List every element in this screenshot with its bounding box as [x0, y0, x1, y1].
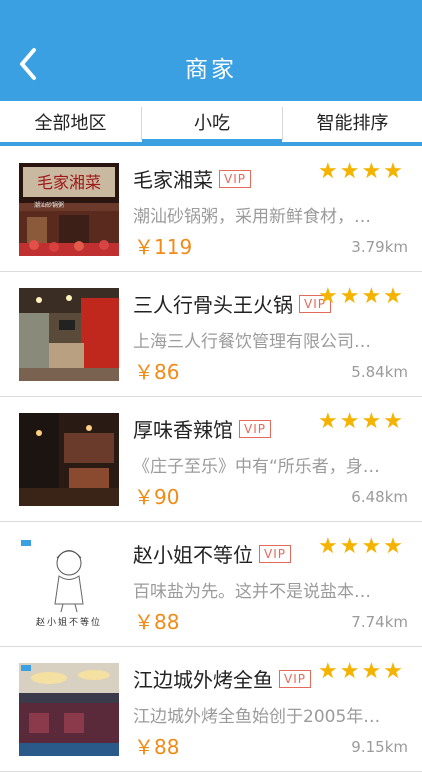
merchant-distance: 5.84km [351, 363, 408, 381]
merchant-description: 上海三人行餐饮管理有限公司… [133, 332, 371, 352]
shop-sign-text: 毛家湘菜 [37, 173, 101, 192]
merchant-price: ￥90 [134, 485, 180, 509]
rating-stars: ★★★★ [318, 284, 405, 309]
vip-badge: VIP [279, 670, 311, 688]
vip-badge: VIP [219, 170, 251, 188]
list-item[interactable]: 毛家湘菜 潮汕砂锅粥 毛家湘菜 VIP ★★★★ 潮汕砂锅粥，采用新鲜食材，… ￥… [0, 146, 422, 272]
list-item[interactable]: 赵小姐不等位 赵小姐不等位 VIP ★★★★ 百味盐为先。这并不是说盐本… ￥88… [0, 521, 422, 647]
merchant-photo [19, 663, 119, 756]
merchant-price: ￥119 [134, 235, 193, 259]
merchant-description: 潮汕砂锅粥，采用新鲜食材，… [133, 207, 371, 227]
vip-badge: VIP [239, 420, 271, 438]
merchant-name: 毛家湘菜 VIP [133, 164, 251, 193]
merchant-description: 百味盐为先。这并不是说盐本… [133, 582, 371, 602]
merchant-photo [19, 288, 119, 381]
merchant-photo: 毛家湘菜 潮汕砂锅粥 [19, 163, 119, 256]
merchant-name: 赵小姐不等位 VIP [133, 539, 291, 568]
merchant-description: 江边城外烤全鱼始创于2005年… [133, 707, 381, 727]
top-bar: 商家 [0, 0, 422, 101]
rating-stars: ★★★★ [318, 409, 405, 434]
list-item[interactable]: 三人行骨头王火锅 VIP ★★★★ 上海三人行餐饮管理有限公司… ￥86 5.84… [0, 271, 422, 397]
merchant-name: 江边城外烤全鱼 VIP [133, 664, 311, 693]
tab-region[interactable]: 全部地区 [0, 101, 141, 146]
merchant-distance: 9.15km [351, 738, 408, 756]
active-tab-indicator [142, 139, 282, 146]
merchant-price: ￥86 [134, 360, 180, 384]
merchant-name: 厚味香辣馆 VIP [133, 414, 271, 443]
merchant-list: 毛家湘菜 潮汕砂锅粥 毛家湘菜 VIP ★★★★ 潮汕砂锅粥，采用新鲜食材，… ￥… [0, 146, 422, 772]
merchant-description: 《庄子至乐》中有“所乐者，身… [133, 457, 380, 477]
rating-stars: ★★★★ [318, 159, 405, 184]
page-title: 商家 [185, 57, 237, 83]
merchant-price: ￥88 [134, 735, 180, 759]
vip-badge: VIP [259, 545, 291, 563]
merchant-distance: 6.48km [351, 488, 408, 506]
rating-stars: ★★★★ [318, 659, 405, 684]
merchant-distance: 3.79km [351, 238, 408, 256]
merchant-price: ￥88 [134, 610, 180, 634]
merchant-name: 三人行骨头王火锅 VIP [133, 289, 331, 318]
merchant-distance: 7.74km [351, 613, 408, 631]
tab-sort[interactable]: 智能排序 [283, 101, 422, 146]
logo-text: 赵小姐不等位 [36, 616, 102, 628]
list-item[interactable]: 江边城外烤全鱼 VIP ★★★★ 江边城外烤全鱼始创于2005年… ￥88 9.1… [0, 646, 422, 772]
shop-sign-sub: 潮汕砂锅粥 [34, 201, 64, 209]
list-item[interactable]: 厚味香辣馆 VIP ★★★★ 《庄子至乐》中有“所乐者，身… ￥90 6.48km [0, 396, 422, 522]
merchant-logo: 赵小姐不等位 [19, 538, 119, 631]
merchant-photo [19, 413, 119, 506]
rating-stars: ★★★★ [318, 534, 405, 559]
